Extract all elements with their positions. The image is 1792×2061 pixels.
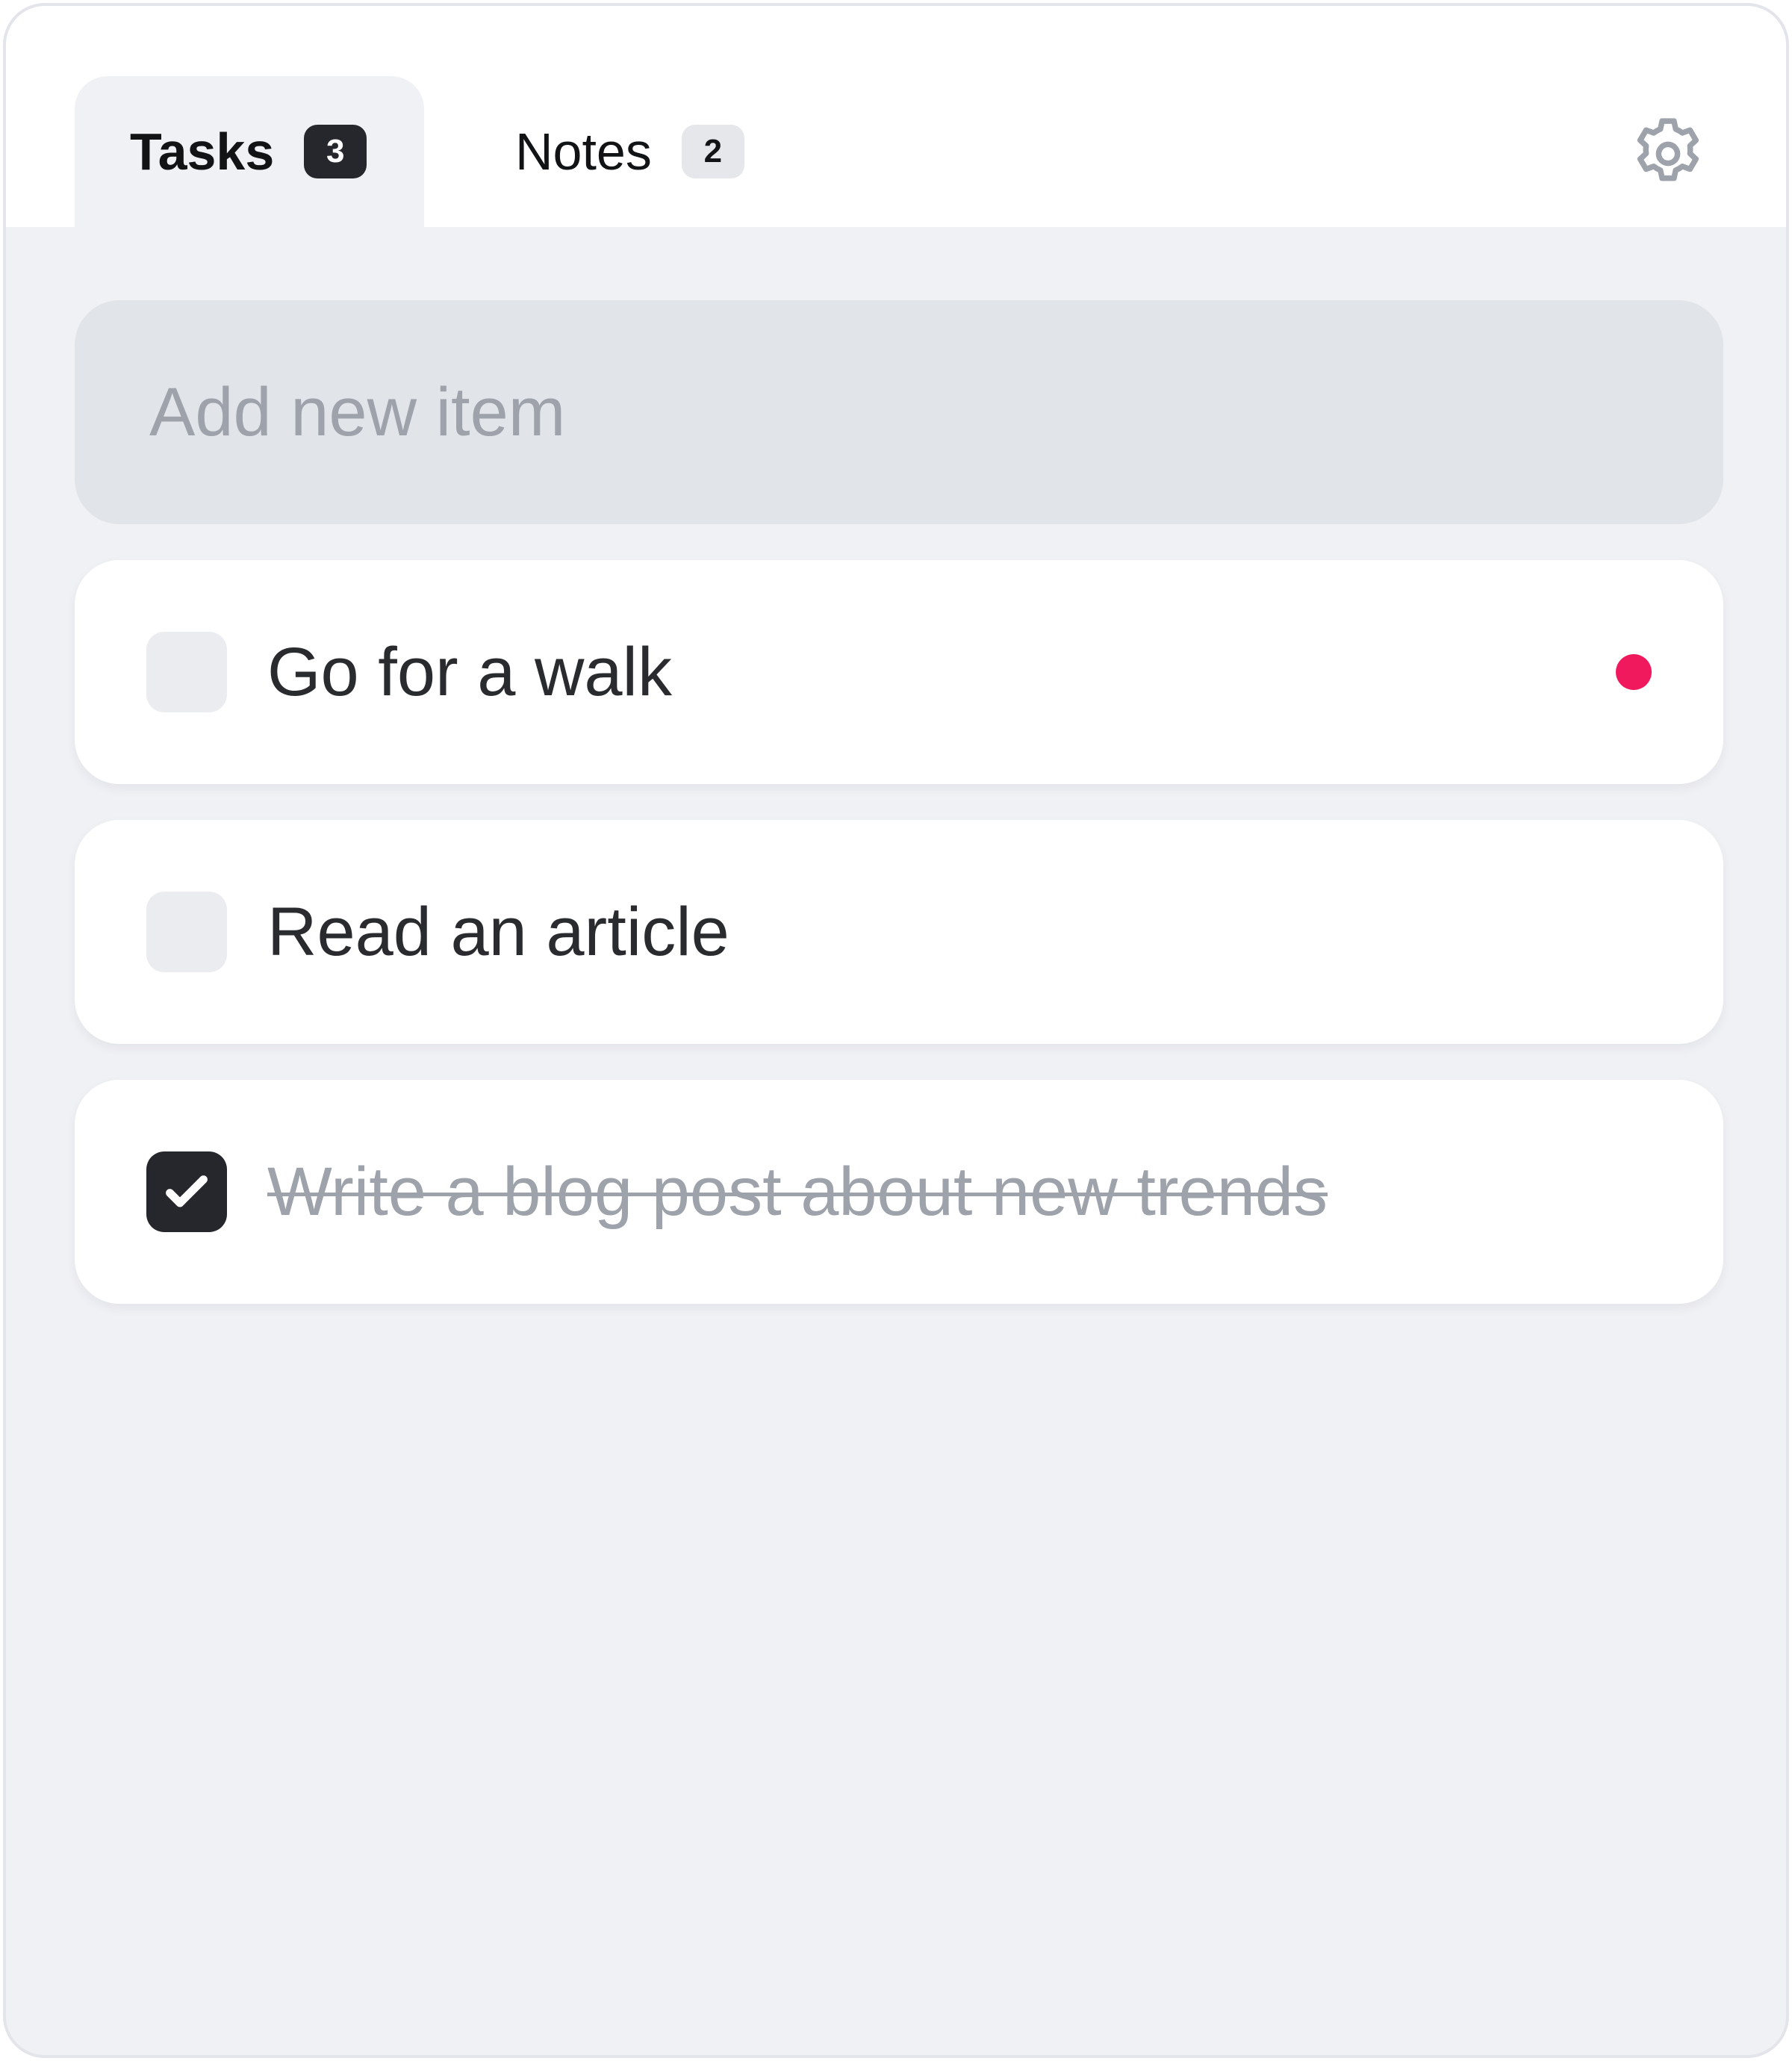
- checkmark-icon: [166, 1175, 208, 1207]
- tab-notes[interactable]: Notes 2: [424, 76, 812, 227]
- priority-dot: [1616, 654, 1652, 690]
- task-checkbox[interactable]: [146, 632, 227, 712]
- task-label: Go for a walk: [267, 633, 672, 710]
- task-item-write-a-blog-post[interactable]: Write a blog post about new trends: [75, 1080, 1723, 1304]
- task-checkbox[interactable]: [146, 892, 227, 972]
- add-item-input[interactable]: [75, 300, 1723, 524]
- tab-tasks[interactable]: Tasks 3: [75, 76, 424, 227]
- task-label: Read an article: [267, 893, 729, 970]
- task-checkbox-checked[interactable]: [146, 1151, 227, 1232]
- tab-tasks-label: Tasks: [130, 122, 275, 181]
- tasks-count-badge: 3: [304, 125, 367, 178]
- tab-bar: Tasks 3 Notes 2: [6, 6, 1786, 227]
- settings-button[interactable]: [1626, 112, 1710, 196]
- app-window: Tasks 3 Notes 2 Go for a walk Read an ar…: [3, 3, 1789, 2058]
- task-item-read-an-article[interactable]: Read an article: [75, 820, 1723, 1044]
- tab-notes-label: Notes: [515, 122, 652, 181]
- task-label-completed: Write a blog post about new trends: [267, 1153, 1328, 1230]
- notes-count-badge: 2: [681, 125, 744, 178]
- task-item-go-for-a-walk[interactable]: Go for a walk: [75, 560, 1723, 784]
- gear-icon: [1637, 118, 1699, 181]
